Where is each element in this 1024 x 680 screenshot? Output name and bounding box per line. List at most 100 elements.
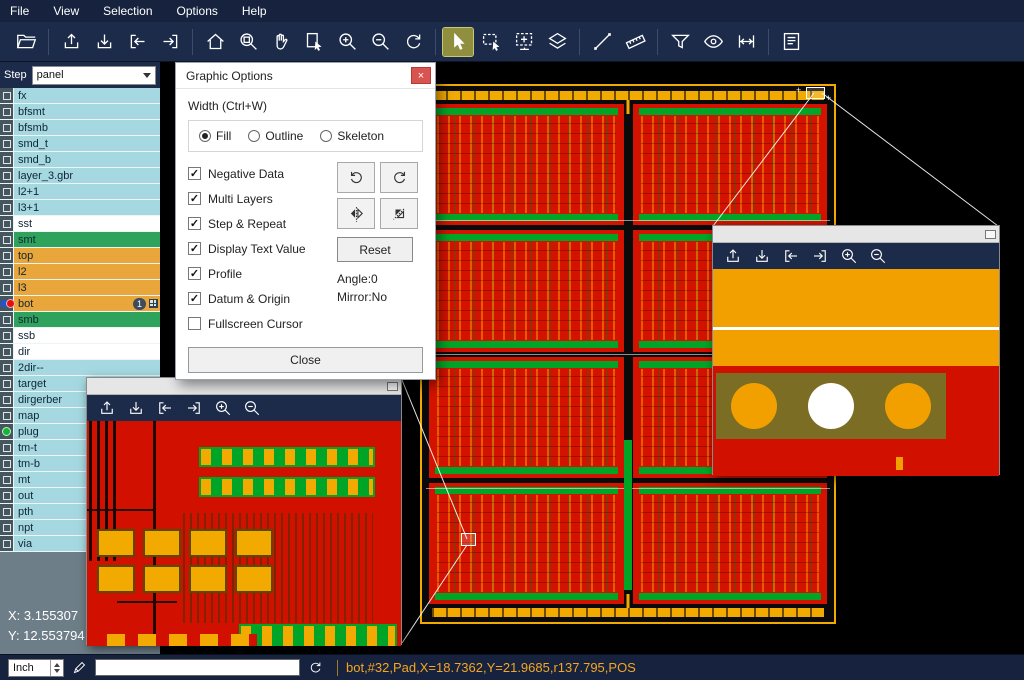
zoom-in-button[interactable] (212, 397, 234, 419)
layer-visibility-cell[interactable] (0, 168, 14, 183)
layers-button[interactable] (542, 28, 572, 56)
layer-visibility-cell[interactable] (0, 312, 14, 327)
layer-visibility-cell[interactable] (0, 504, 14, 519)
checkbox-fullscreen-cursor[interactable]: Fullscreen Cursor (188, 311, 337, 336)
layer-checkbox[interactable] (3, 204, 11, 212)
prev-button[interactable] (154, 397, 176, 419)
zoom-window-2-view[interactable] (713, 269, 999, 476)
layer-row-smt[interactable]: smt (0, 232, 160, 248)
layer-row-sst[interactable]: sst (0, 216, 160, 232)
layer-checkbox[interactable] (3, 252, 11, 260)
report-button[interactable] (776, 28, 806, 56)
layer-visibility-cell[interactable] (0, 88, 14, 103)
layer-checkbox[interactable] (3, 524, 11, 532)
layer-visibility-cell[interactable] (0, 536, 14, 551)
step-select[interactable]: panel (32, 66, 156, 85)
zoom-out-button[interactable] (365, 28, 395, 56)
layer-checkbox[interactable] (3, 124, 11, 132)
layer-row-bot[interactable]: bot1 (0, 296, 160, 312)
layer-row-top[interactable]: top (0, 248, 160, 264)
layer-row-layer-3-gbr[interactable]: layer_3.gbr (0, 168, 160, 184)
next-button[interactable] (155, 28, 185, 56)
layer-visibility-cell[interactable] (0, 264, 14, 279)
layer-visibility-cell[interactable] (0, 296, 14, 311)
zoom-in-button[interactable] (332, 28, 362, 56)
checkbox-step-repeat[interactable]: ✓Step & Repeat (188, 211, 337, 236)
line-button[interactable] (587, 28, 617, 56)
layer-checkbox[interactable] (3, 540, 11, 548)
export-button[interactable] (89, 28, 119, 56)
radio-skeleton[interactable]: Skeleton (320, 129, 384, 143)
layer-row-l3-1[interactable]: l3+1 (0, 200, 160, 216)
layer-visibility-cell[interactable] (0, 520, 14, 535)
layer-visibility-cell[interactable] (0, 232, 14, 247)
checkbox-display-text-value[interactable]: ✓Display Text Value (188, 236, 337, 261)
import-button[interactable] (722, 245, 744, 267)
layer-checkbox[interactable] (3, 108, 11, 116)
layer-checkbox[interactable] (3, 236, 11, 244)
layer-checkbox[interactable] (3, 492, 11, 500)
eye-button[interactable] (698, 28, 728, 56)
export-button[interactable] (751, 245, 773, 267)
close-icon[interactable]: × (411, 67, 431, 84)
layer-name[interactable]: l3+1 (14, 200, 160, 215)
ruler-button[interactable] (620, 28, 650, 56)
layer-checkbox[interactable] (3, 396, 11, 404)
zoom-in-button[interactable] (838, 245, 860, 267)
zoom-window-1[interactable] (86, 377, 402, 645)
prev-button[interactable] (780, 245, 802, 267)
layer-visibility-cell[interactable] (0, 136, 14, 151)
layer-row-bfsmt[interactable]: bfsmt (0, 104, 160, 120)
close-button[interactable]: Close (188, 347, 423, 373)
layer-checkbox[interactable] (3, 380, 11, 388)
zoom-window-2-titlebar[interactable] (713, 226, 999, 243)
layer-checkbox[interactable] (3, 508, 11, 516)
checkbox-datum-origin[interactable]: ✓Datum & Origin (188, 286, 337, 311)
unit-spinner[interactable] (50, 660, 63, 676)
rotate-cw-button[interactable] (337, 162, 375, 193)
checkbox-profile[interactable]: ✓Profile (188, 261, 337, 286)
layer-visibility-cell[interactable] (0, 152, 14, 167)
layer-checkbox[interactable] (3, 348, 11, 356)
page-cursor-button[interactable] (299, 28, 329, 56)
next-button[interactable] (809, 245, 831, 267)
layer-name[interactable]: bot1 (14, 296, 160, 311)
command-input[interactable] (95, 659, 300, 676)
layer-visibility-cell[interactable] (0, 376, 14, 391)
layer-name[interactable]: bfsmt (14, 104, 160, 119)
layer-checkbox[interactable] (3, 220, 11, 228)
measure-button[interactable] (731, 28, 761, 56)
layer-name[interactable]: top (14, 248, 160, 263)
layer-name[interactable]: smd_t (14, 136, 160, 151)
layer-visibility-cell[interactable] (0, 184, 14, 199)
checkbox-negative-data[interactable]: ✓Negative Data (188, 161, 337, 186)
layer-row-2dir[interactable]: 2dir-- (0, 360, 160, 376)
pan-button[interactable] (266, 28, 296, 56)
layer-visibility-cell[interactable] (0, 488, 14, 503)
zoom-window-1-view[interactable] (87, 421, 401, 646)
cursor-button[interactable] (443, 28, 473, 56)
layer-checkbox[interactable] (3, 92, 11, 100)
layer-visibility-cell[interactable] (0, 104, 14, 119)
layer-checkbox[interactable] (3, 476, 11, 484)
import-button[interactable] (56, 28, 86, 56)
layer-visibility-cell[interactable] (0, 392, 14, 407)
layer-name[interactable]: l2 (14, 264, 160, 279)
layer-name[interactable]: dir (14, 344, 160, 359)
layer-name[interactable]: smt (14, 232, 160, 247)
layer-visibility-cell[interactable] (0, 216, 14, 231)
layer-checkbox[interactable] (3, 284, 11, 292)
open-button[interactable] (11, 28, 41, 56)
zoom-window-2[interactable] (712, 225, 1000, 475)
layer-checkbox[interactable] (3, 316, 11, 324)
layer-visibility-cell[interactable] (0, 408, 14, 423)
layer-name[interactable]: bfsmb (14, 120, 160, 135)
layer-visibility-cell[interactable] (0, 328, 14, 343)
layer-checkbox[interactable] (3, 460, 11, 468)
layer-row-smb[interactable]: smb (0, 312, 160, 328)
layer-checkbox[interactable] (3, 268, 11, 276)
layer-row-bfsmb[interactable]: bfsmb (0, 120, 160, 136)
layer-row-fx[interactable]: fx (0, 88, 160, 104)
layer-name[interactable]: layer_3.gbr (14, 168, 160, 183)
menu-view[interactable]: View (53, 4, 79, 18)
